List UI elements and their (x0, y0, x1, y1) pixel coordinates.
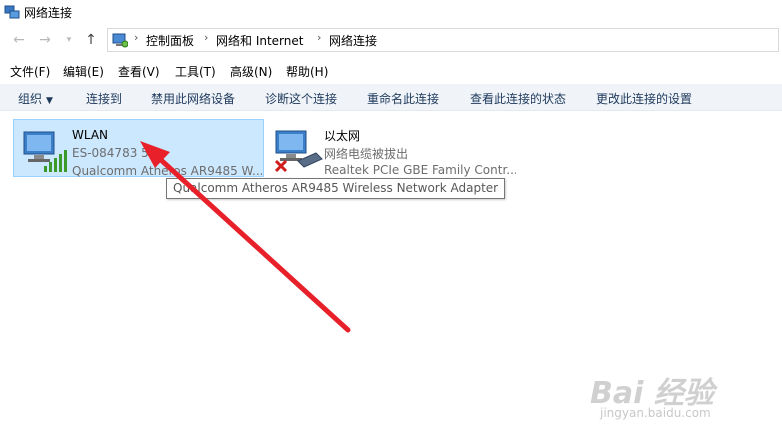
organize-button[interactable]: 组织 ▼ (18, 90, 53, 107)
navigation-bar: ← → ▾ ↑ › 控制面板 › 网络和 Internet › 网络连接 (0, 26, 782, 54)
connection-name: WLAN (72, 128, 109, 142)
menu-bar: 文件(F) 编辑(E) 查看(V) 工具(T) 高级(N) 帮助(H) (0, 60, 782, 80)
connection-item-wlan[interactable]: WLAN ES-084783 5 Qualcomm Atheros AR9485… (13, 119, 264, 178)
connection-name: 以太网 (324, 129, 361, 143)
watermark: Bai 经验 jingyan.baidu.com (588, 368, 768, 428)
rename-button[interactable]: 重命名此连接 (367, 90, 439, 107)
up-arrow-icon[interactable]: ↑ (82, 31, 100, 49)
menu-help[interactable]: 帮助(H) (286, 63, 328, 80)
view-status-button[interactable]: 查看此连接的状态 (470, 90, 566, 107)
recent-locations-chevron-icon[interactable]: ▾ (60, 31, 78, 49)
breadcrumb-chevron-icon[interactable]: › (317, 31, 321, 44)
wireless-adapter-icon (23, 131, 67, 172)
breadcrumb-chevron-icon[interactable]: › (204, 31, 208, 44)
connection-device: Qualcomm Atheros AR9485 W... (72, 164, 262, 178)
connect-to-button[interactable]: 连接到 (86, 90, 122, 107)
control-panel-icon (112, 33, 128, 48)
disable-device-button[interactable]: 禁用此网络设备 (151, 90, 235, 107)
network-connections-icon (4, 5, 20, 19)
address-bar[interactable]: › 控制面板 › 网络和 Internet › 网络连接 (107, 28, 779, 52)
connection-item-ethernet[interactable]: 以太网 网络电缆被拔出 Realtek PCIe GBE Family Cont… (266, 119, 516, 177)
breadcrumb-network-connections[interactable]: 网络连接 (329, 32, 377, 49)
menu-file[interactable]: 文件(F) (10, 63, 50, 80)
breadcrumb-chevron-icon[interactable]: › (134, 31, 138, 44)
connection-status: 网络电缆被拔出 (324, 147, 409, 161)
change-settings-button[interactable]: 更改此连接的设置 (596, 90, 692, 107)
forward-arrow-icon[interactable]: → (36, 31, 54, 49)
connection-status: ES-084783 5 (72, 146, 149, 160)
title-bar: 网络连接 (0, 0, 782, 24)
menu-edit[interactable]: 编辑(E) (63, 63, 104, 80)
window-title: 网络连接 (24, 6, 73, 20)
ethernet-adapter-icon (274, 130, 323, 173)
back-arrow-icon[interactable]: ← (10, 31, 28, 49)
dropdown-caret-icon: ▼ (46, 96, 53, 106)
connection-device: Realtek PCIe GBE Family Contr... (324, 163, 516, 177)
breadcrumb-control-panel[interactable]: 控制面板 (146, 32, 194, 49)
command-bar: 组织 ▼ 连接到 禁用此网络设备 诊断这个连接 重命名此连接 查看此连接的状态 更… (0, 84, 782, 111)
organize-label: 组织 (18, 92, 43, 106)
menu-tools[interactable]: 工具(T) (175, 63, 216, 80)
menu-view[interactable]: 查看(V) (118, 63, 160, 80)
diagnose-button[interactable]: 诊断这个连接 (265, 90, 337, 107)
breadcrumb-network-internet[interactable]: 网络和 Internet (216, 32, 303, 49)
menu-advanced[interactable]: 高级(N) (230, 63, 272, 80)
watermark-url: jingyan.baidu.com (600, 406, 711, 420)
device-tooltip: Qualcomm Atheros AR9485 Wireless Network… (166, 178, 506, 199)
